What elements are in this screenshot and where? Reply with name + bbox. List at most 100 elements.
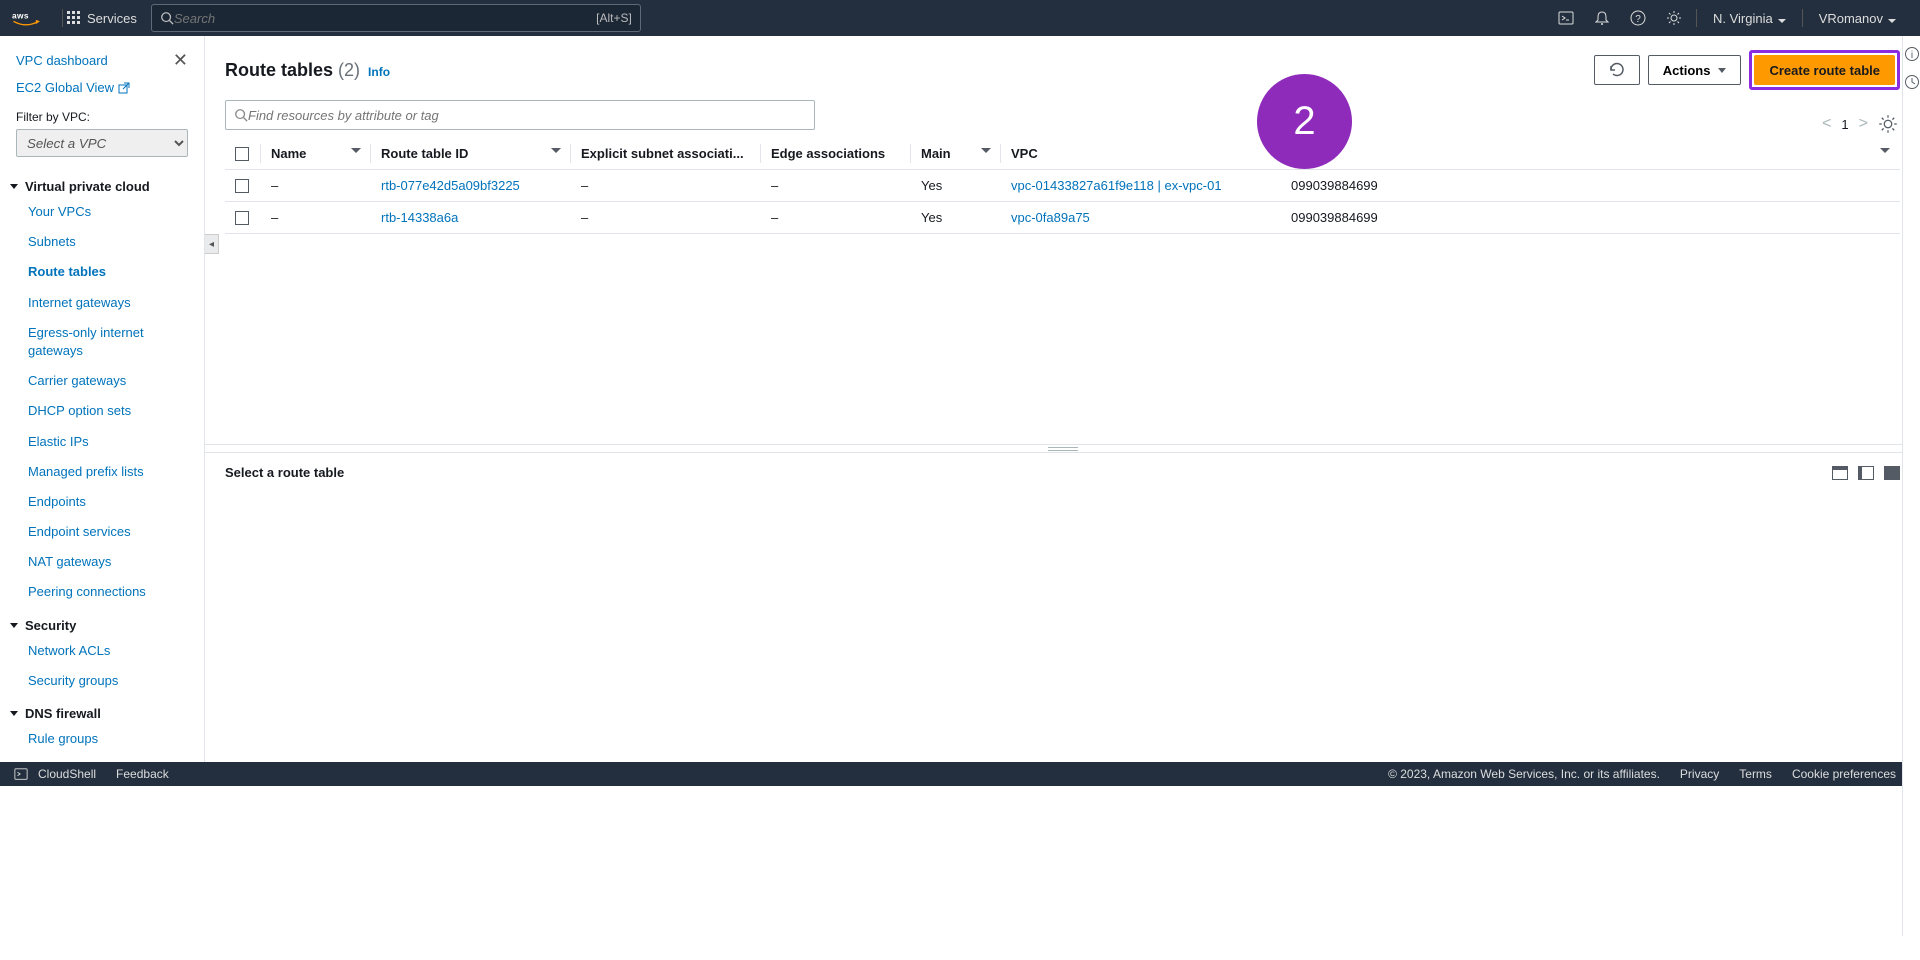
section-dns-firewall[interactable]: DNS firewall <box>0 696 204 724</box>
table-search-input[interactable] <box>248 108 806 123</box>
vpc-filter-select[interactable]: Select a VPC <box>16 129 188 157</box>
sidebar-item-nat-gateways[interactable]: NAT gateways <box>0 547 204 577</box>
cloudshell-icon[interactable] <box>1548 10 1584 26</box>
pager-next[interactable]: > <box>1859 115 1868 133</box>
global-search-input[interactable] <box>174 11 588 26</box>
sidebar-item-your-vpcs[interactable]: Your VPCs <box>0 197 204 227</box>
refresh-button[interactable] <box>1594 55 1640 85</box>
caret-down-icon <box>1888 19 1896 23</box>
actions-button[interactable]: Actions <box>1648 55 1742 85</box>
feedback-link[interactable]: Feedback <box>116 767 169 781</box>
sidebar-item-network-acls[interactable]: Network ACLs <box>0 636 204 666</box>
col-explicit[interactable]: Explicit subnet associati... <box>571 138 761 170</box>
sidebar-item-carrier-gateways[interactable]: Carrier gateways <box>0 366 204 396</box>
cell-owner: 099039884699 <box>1281 202 1900 234</box>
privacy-link[interactable]: Privacy <box>1680 767 1719 781</box>
refresh-icon <box>1609 62 1625 78</box>
notifications-icon[interactable] <box>1584 10 1620 26</box>
close-sidebar-icon[interactable]: ✕ <box>173 50 188 71</box>
collapse-triangle-icon <box>10 184 18 189</box>
layout-full-icon[interactable] <box>1884 466 1900 480</box>
cell-vpc: vpc-0fa89a75 <box>1001 202 1281 234</box>
main-content: ◂ Route tables (2) Info Actions Create r… <box>205 36 1920 762</box>
cell-main: Yes <box>911 170 1001 202</box>
table-search[interactable] <box>225 100 815 130</box>
search-shortcut-hint: [Alt+S] <box>596 11 632 25</box>
copyright-text: © 2023, Amazon Web Services, Inc. or its… <box>1388 767 1660 781</box>
collapse-handle[interactable]: ◂ <box>205 234 219 254</box>
cell-owner: 099039884699 <box>1281 170 1900 202</box>
sort-icon <box>551 148 561 153</box>
cell-name: – <box>261 202 371 234</box>
svg-text:i: i <box>1910 50 1912 61</box>
help-icon[interactable]: ? <box>1620 10 1656 26</box>
col-name[interactable]: Name <box>261 138 371 170</box>
section-security[interactable]: Security <box>0 608 204 636</box>
layout-side-icon[interactable] <box>1858 466 1874 480</box>
table-pager: < 1 > <box>1822 114 1898 134</box>
terms-link[interactable]: Terms <box>1739 767 1772 781</box>
select-all-checkbox[interactable] <box>235 147 249 161</box>
sidebar-item-internet-gateways[interactable]: Internet gateways <box>0 288 204 318</box>
detail-resize-handle[interactable] <box>205 444 1920 452</box>
cell-main: Yes <box>911 202 1001 234</box>
sidebar-item-endpoints[interactable]: Endpoints <box>0 487 204 517</box>
sidebar: VPC dashboard ✕ EC2 Global View Filter b… <box>0 36 205 762</box>
aws-logo[interactable]: aws <box>12 10 40 27</box>
ec2-global-view-link[interactable]: EC2 Global View <box>16 80 114 95</box>
sidebar-item-dhcp[interactable]: DHCP option sets <box>0 396 204 426</box>
row-checkbox[interactable] <box>235 211 249 225</box>
info-icon[interactable]: i <box>1904 46 1920 62</box>
sort-icon <box>1880 148 1890 153</box>
vpc-dashboard-link[interactable]: VPC dashboard <box>16 53 108 68</box>
history-icon[interactable] <box>1904 74 1920 90</box>
table-settings-icon[interactable] <box>1878 114 1898 134</box>
create-route-table-button[interactable]: Create route table <box>1754 55 1895 85</box>
services-label: Services <box>87 11 137 26</box>
cell-rtid: rtb-14338a6a <box>371 202 571 234</box>
table-row[interactable]: – rtb-14338a6a – – Yes vpc-0fa89a75 0990… <box>225 202 1900 234</box>
grid-icon <box>67 11 81 25</box>
col-main[interactable]: Main <box>911 138 1001 170</box>
section-virtual-private-cloud[interactable]: Virtual private cloud <box>0 169 204 197</box>
sidebar-item-elastic-ips[interactable]: Elastic IPs <box>0 427 204 457</box>
svg-text:?: ? <box>1635 14 1641 25</box>
pager-current: 1 <box>1841 117 1848 132</box>
sidebar-item-subnets[interactable]: Subnets <box>0 227 204 257</box>
search-icon <box>234 108 248 122</box>
global-search[interactable]: [Alt+S] <box>151 4 641 32</box>
sidebar-item-endpoint-services[interactable]: Endpoint services <box>0 517 204 547</box>
row-checkbox[interactable] <box>235 179 249 193</box>
sidebar-item-managed-prefix[interactable]: Managed prefix lists <box>0 457 204 487</box>
pager-prev[interactable]: < <box>1822 115 1831 133</box>
settings-icon[interactable] <box>1656 10 1692 26</box>
col-route-table-id[interactable]: Route table ID <box>371 138 571 170</box>
search-icon <box>160 11 174 25</box>
sidebar-item-route-tables[interactable]: Route tables <box>0 257 204 287</box>
cloudshell-link[interactable]: CloudShell <box>38 767 96 781</box>
col-vpc[interactable]: VPC <box>1001 138 1281 170</box>
col-edge[interactable]: Edge associations <box>761 138 911 170</box>
sidebar-item-security-groups[interactable]: Security groups <box>0 666 204 696</box>
region-selector[interactable]: N. Virginia <box>1701 11 1798 26</box>
detail-placeholder-message: Select a route table <box>225 465 344 480</box>
col-owner[interactable]: Owner <box>1281 138 1900 170</box>
caret-down-icon <box>1718 68 1726 73</box>
account-menu[interactable]: VRomanov <box>1807 11 1908 26</box>
sidebar-item-peering[interactable]: Peering connections <box>0 577 204 607</box>
cell-edge: – <box>761 202 911 234</box>
caret-down-icon <box>1778 19 1786 23</box>
sidebar-item-domain-lists[interactable]: Domain lists <box>0 754 204 762</box>
layout-bottom-icon[interactable] <box>1832 466 1848 480</box>
sidebar-item-rule-groups[interactable]: Rule groups <box>0 724 204 754</box>
table-row[interactable]: – rtb-077e42d5a09bf3225 – – Yes vpc-0143… <box>225 170 1900 202</box>
separator <box>1696 9 1697 27</box>
services-menu[interactable]: Services <box>67 11 137 26</box>
cloudshell-icon[interactable] <box>14 767 28 781</box>
info-link[interactable]: Info <box>368 65 390 79</box>
cookie-preferences-link[interactable]: Cookie preferences <box>1792 767 1896 781</box>
right-help-strip: i <box>1902 36 1920 936</box>
cell-explicit: – <box>571 170 761 202</box>
create-button-highlight: Create route table <box>1749 50 1900 90</box>
sidebar-item-egress-only[interactable]: Egress-only internet gateways <box>0 318 204 366</box>
